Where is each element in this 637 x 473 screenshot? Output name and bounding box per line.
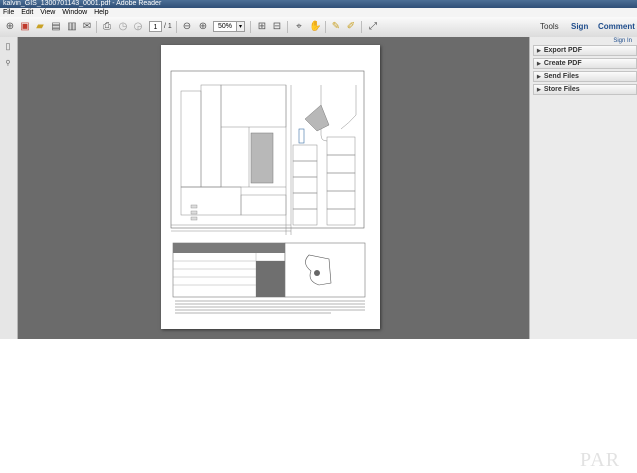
create-pdf-pane[interactable]: ▶ Create PDF [533, 58, 637, 69]
zoom-dropdown-icon[interactable]: ▾ [237, 21, 245, 32]
navigation-pane: ▯ ⚲ [0, 37, 18, 339]
print-icon[interactable]: ▥ [66, 21, 78, 33]
hand-tool-icon[interactable]: ✋ [309, 21, 321, 33]
create-pdf-icon[interactable]: ▣ [19, 21, 31, 33]
page-thumbnails-icon[interactable]: ▯ [3, 41, 13, 51]
comment-icon[interactable]: ✎ [330, 21, 342, 33]
fit-page-icon[interactable]: ⊞ [256, 21, 268, 33]
toolbar-separator [361, 21, 362, 33]
expand-triangle-icon: ▶ [537, 87, 541, 93]
menu-edit[interactable]: Edit [21, 8, 33, 17]
select-tool-icon[interactable]: ⌖ [293, 21, 305, 33]
toolbar-separator [287, 21, 288, 33]
store-files-pane[interactable]: ▶ Store Files [533, 84, 637, 95]
page-number-input[interactable]: 1 [149, 21, 162, 32]
comment-button[interactable]: Comment [598, 21, 635, 33]
pane-label: Create PDF [543, 60, 582, 67]
parcel-map-drawing [170, 70, 366, 314]
attachments-icon[interactable]: ⚲ [3, 59, 13, 69]
pane-label: Send Files [543, 73, 579, 80]
tools-button[interactable]: Tools [540, 21, 559, 33]
next-page-icon[interactable]: ◶ [132, 21, 144, 33]
adobe-reader-window: kalvin_GIS_1300701143_0001.pdf - Adobe R… [0, 0, 637, 339]
menu-help[interactable]: Help [94, 8, 108, 17]
sign-button[interactable]: Sign [571, 21, 588, 33]
menu-window[interactable]: Window [62, 8, 87, 17]
save-icon[interactable]: ▤ [50, 21, 62, 33]
document-area[interactable] [18, 37, 529, 339]
window-title: kalvin_GIS_1300701143_0001.pdf - Adobe R… [0, 0, 637, 8]
zoom-out-icon[interactable]: ⊖ [181, 21, 193, 33]
menu-bar: File Edit View Window Help [0, 8, 637, 17]
sign-in-link[interactable]: Sign In [613, 38, 632, 44]
page-count: / 1 [164, 23, 172, 30]
open-folder-icon[interactable]: ▰ [34, 21, 46, 33]
export-pdf-pane[interactable]: ▶ Export PDF [533, 45, 637, 56]
menu-file[interactable]: File [3, 8, 14, 17]
pane-label: Store Files [543, 86, 580, 93]
tools-side-panel: Sign In ▶ Export PDF ▶ Create PDF ▶ Send Fi… [529, 37, 637, 339]
toolbar-separator [176, 21, 177, 33]
previous-page-icon[interactable]: ◷ [117, 21, 129, 33]
toolbar-separator [325, 21, 326, 33]
pane-label: Export PDF [543, 47, 582, 54]
watermark-logo: PAR [580, 449, 621, 471]
fit-width-icon[interactable]: ⊟ [271, 21, 283, 33]
email-icon[interactable]: ✉ [81, 21, 93, 33]
full-screen-icon[interactable]: ⤢ [367, 21, 379, 33]
zoom-in-icon[interactable]: ⊕ [197, 21, 209, 33]
send-files-pane[interactable]: ▶ Send Files [533, 71, 637, 82]
expand-triangle-icon: ▶ [537, 48, 541, 54]
expand-triangle-icon: ▶ [537, 74, 541, 80]
toolbar: ⊕ ▣ ▰ ▤ ▥ ✉ ⎙ ◷ ◶ 1 / 1 ⊖ ⊕ 50% ▾ ⊞ ⊟ ⌖ … [0, 17, 637, 38]
menu-view[interactable]: View [40, 8, 55, 17]
print-page-icon[interactable]: ⎙ [101, 21, 113, 33]
expand-triangle-icon: ▶ [537, 61, 541, 67]
toolbar-separator [250, 21, 251, 33]
highlight-icon[interactable]: ✐ [345, 21, 357, 33]
create-icon[interactable]: ⊕ [4, 21, 16, 33]
toolbar-separator [96, 21, 97, 33]
pdf-page [161, 45, 380, 329]
zoom-level-input[interactable]: 50% [213, 21, 237, 32]
